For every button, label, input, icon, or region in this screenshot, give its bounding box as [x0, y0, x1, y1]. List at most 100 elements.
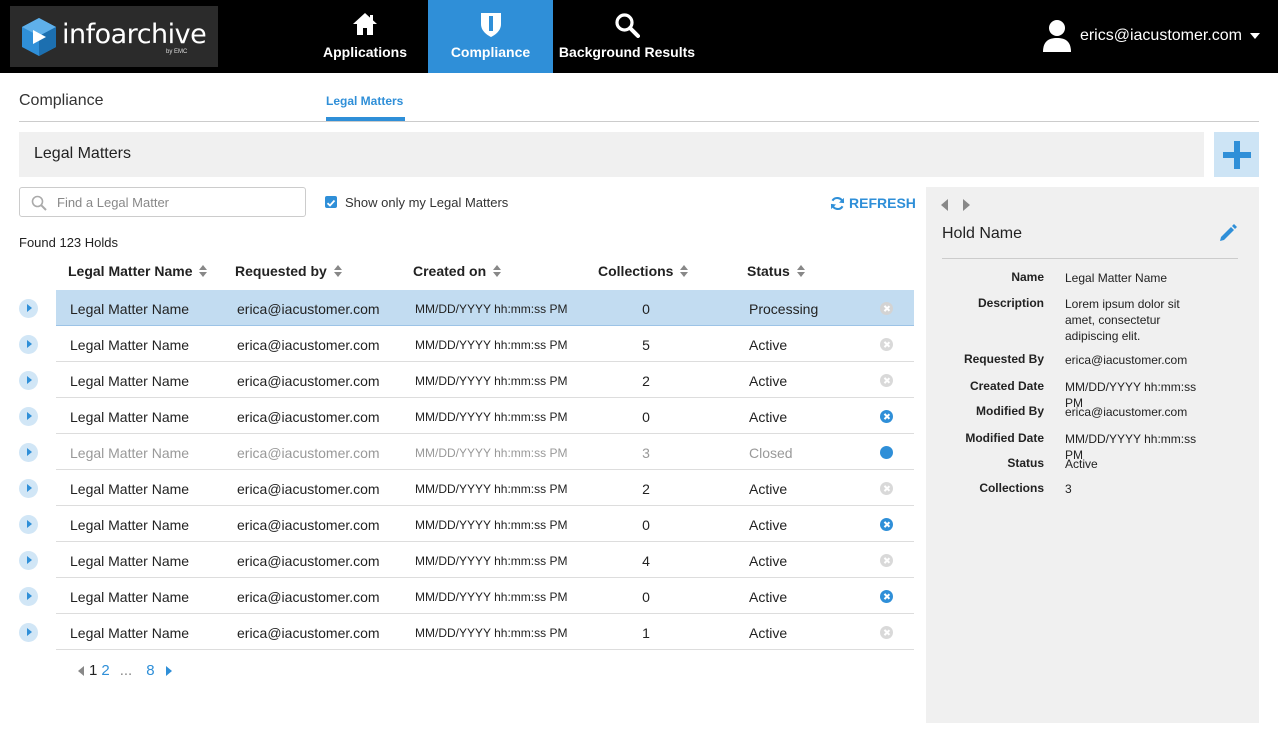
sort-icon [333, 265, 342, 277]
sort-icon [680, 265, 689, 277]
cell-name: Legal Matter Name [70, 481, 190, 497]
cell-name: Legal Matter Name [70, 625, 190, 641]
release-hold-icon[interactable] [880, 626, 893, 639]
show-only-mine-checkbox[interactable] [325, 196, 337, 208]
detail-label: Name [1011, 270, 1044, 284]
refresh-button[interactable]: REFRESH [830, 195, 916, 211]
table-row[interactable]: Legal Matter Name erica@iacustomer.com M… [0, 614, 920, 650]
cell-created-on: MM/DD/YYYY hh:mm:ss PM [415, 626, 568, 640]
release-hold-icon[interactable] [880, 374, 893, 387]
cell-status: Active [749, 373, 788, 389]
page-current[interactable]: 1 [89, 662, 97, 679]
expand-row-icon[interactable] [19, 551, 38, 570]
page-ellipsis: ... [119, 662, 133, 679]
expand-row-icon[interactable] [19, 443, 38, 462]
cell-requested-by: erica@iacustomer.com [237, 445, 380, 461]
user-menu[interactable]: erics@iacustomer.com [1042, 18, 1260, 54]
results-count: Found 123 Holds [19, 235, 119, 250]
column-header-status[interactable]: Status [747, 263, 805, 279]
cell-collections: 1 [642, 625, 650, 641]
next-page-icon[interactable] [165, 665, 172, 676]
prev-page-icon[interactable] [78, 665, 84, 676]
search-icon [31, 195, 47, 211]
cell-requested-by: erica@iacustomer.com [237, 481, 380, 497]
column-header-label: Collections [598, 263, 674, 279]
nav-background-results[interactable]: Background Results [553, 0, 701, 73]
nav-compliance[interactable]: Compliance [428, 0, 553, 73]
cell-collections: 0 [642, 517, 650, 533]
column-header-created-on[interactable]: Created on [413, 263, 502, 279]
page-link-last[interactable]: 8 [146, 662, 154, 679]
previous-record-icon[interactable] [941, 199, 948, 211]
release-hold-icon[interactable] [880, 302, 893, 315]
detail-value: erica@iacustomer.com [1065, 405, 1188, 419]
shield-icon [480, 13, 501, 37]
status-dot-icon[interactable] [880, 446, 893, 459]
cell-requested-by: erica@iacustomer.com [237, 373, 380, 389]
table-row[interactable]: Legal Matter Name erica@iacustomer.com M… [0, 506, 920, 542]
table-row[interactable]: Legal Matter Name erica@iacustomer.com M… [0, 398, 920, 434]
release-hold-icon[interactable] [880, 554, 893, 567]
expand-row-icon[interactable] [19, 623, 38, 642]
page-title: Legal Matters [34, 145, 131, 162]
table-row[interactable]: Legal Matter Name erica@iacustomer.com M… [0, 542, 920, 578]
expand-row-icon[interactable] [19, 371, 38, 390]
page-link-next[interactable]: 2 [101, 662, 109, 679]
cell-requested-by: erica@iacustomer.com [237, 337, 380, 353]
cell-created-on: MM/DD/YYYY hh:mm:ss PM [415, 518, 568, 532]
column-header-legal-matter-name[interactable]: Legal Matter Name [68, 263, 208, 279]
cell-requested-by: erica@iacustomer.com [237, 589, 380, 605]
cell-name: Legal Matter Name [70, 553, 190, 569]
column-header-label: Status [747, 263, 790, 279]
cell-status: Closed [749, 445, 793, 461]
release-hold-icon[interactable] [880, 410, 893, 423]
nav-background-results-label: Background Results [558, 44, 696, 60]
expand-row-icon[interactable] [19, 479, 38, 498]
expand-row-icon[interactable] [19, 407, 38, 426]
expand-row-icon[interactable] [19, 515, 38, 534]
cell-status: Active [749, 517, 788, 533]
pagination: 1 2 ... 8 [78, 662, 172, 679]
release-hold-icon[interactable] [880, 518, 893, 531]
detail-label: Created Date [969, 379, 1044, 393]
column-header-requested-by[interactable]: Requested by [235, 263, 342, 279]
release-hold-icon[interactable] [880, 482, 893, 495]
user-email: erics@iacustomer.com [1079, 27, 1242, 44]
cell-name: Legal Matter Name [70, 409, 190, 425]
subheader-divider [19, 121, 1259, 122]
checkmark-icon [326, 199, 336, 207]
nav-applications[interactable]: Applications [302, 0, 428, 73]
show-only-mine-label[interactable]: Show only my Legal Matters [345, 195, 508, 210]
cell-status: Active [749, 625, 788, 641]
nav-applications-label: Applications [322, 44, 407, 60]
release-hold-icon[interactable] [880, 338, 893, 351]
table-row[interactable]: Legal Matter Name erica@iacustomer.com M… [0, 578, 920, 614]
cell-requested-by: erica@iacustomer.com [237, 625, 380, 641]
infoarchive-logo[interactable]: infoarchive by EMC [10, 6, 218, 67]
cell-created-on: MM/DD/YYYY hh:mm:ss PM [415, 554, 568, 568]
tab-legal-matters[interactable]: Legal Matters [326, 94, 403, 108]
expand-row-icon[interactable] [19, 335, 38, 354]
cell-created-on: MM/DD/YYYY hh:mm:ss PM [415, 590, 568, 604]
expand-row-icon[interactable] [19, 587, 38, 606]
expand-row-icon[interactable] [19, 299, 38, 318]
table-row[interactable]: Legal Matter Name erica@iacustomer.com M… [0, 326, 920, 362]
next-record-icon[interactable] [963, 199, 970, 211]
chevron-down-icon[interactable] [1250, 33, 1260, 39]
home-icon [353, 13, 377, 35]
section-title: Compliance [19, 92, 104, 109]
column-header-collections[interactable]: Collections [598, 263, 689, 279]
search-input[interactable] [57, 193, 297, 211]
pencil-icon[interactable] [1218, 223, 1238, 243]
release-hold-icon[interactable] [880, 590, 893, 603]
table-row[interactable]: Legal Matter Name erica@iacustomer.com M… [0, 362, 920, 398]
cube-logo-icon [22, 18, 56, 56]
detail-value: Legal Matter Name [1065, 271, 1168, 285]
cell-status: Active [749, 481, 788, 497]
table-row[interactable]: Legal Matter Name erica@iacustomer.com M… [0, 470, 920, 506]
cell-created-on: MM/DD/YYYY hh:mm:ss PM [415, 482, 568, 496]
table-row[interactable]: Legal Matter Name erica@iacustomer.com M… [0, 290, 920, 326]
cell-requested-by: erica@iacustomer.com [237, 517, 380, 533]
add-legal-matter-button[interactable] [1214, 132, 1259, 177]
table-row[interactable]: Legal Matter Name erica@iacustomer.com M… [0, 434, 920, 470]
